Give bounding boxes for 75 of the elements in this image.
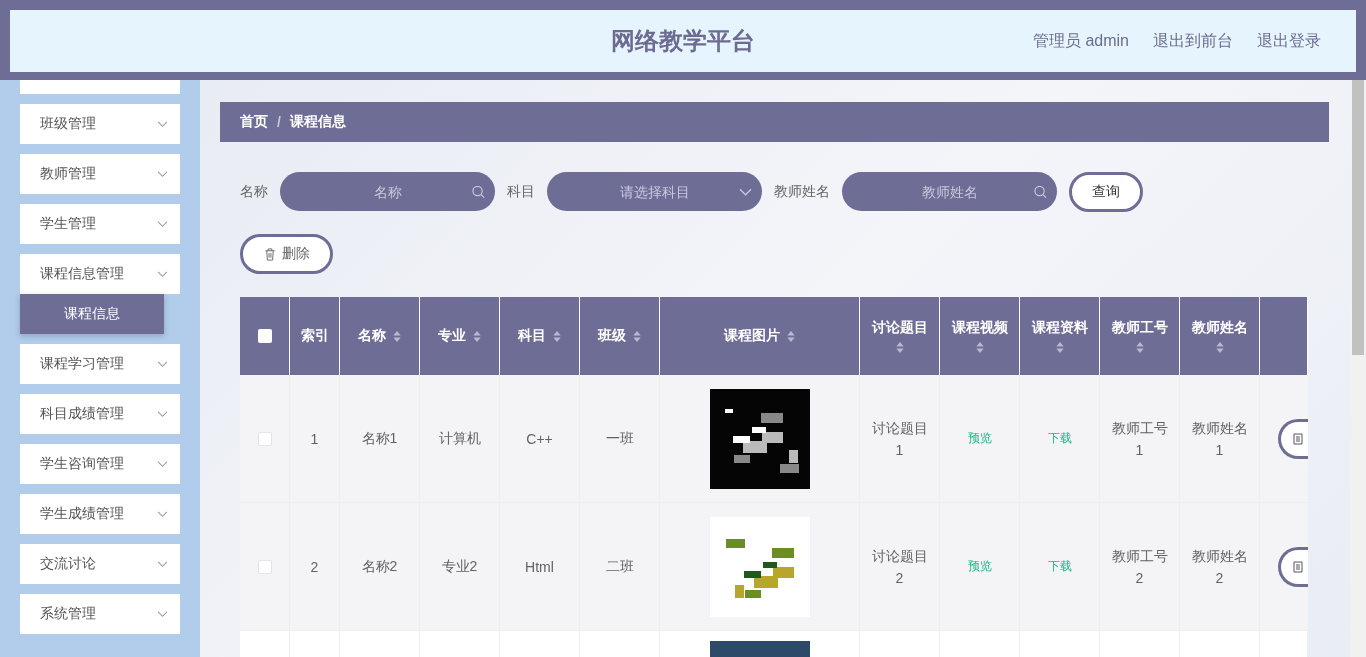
search-field[interactable]: 名称 (280, 172, 495, 211)
chevron-down-icon (157, 610, 168, 618)
menu-item[interactable]: 学生成绩管理 (20, 494, 180, 534)
chevron-down-icon (157, 560, 168, 568)
sort-icon (1214, 340, 1225, 354)
menu-item[interactable]: 课程学习管理 (20, 344, 180, 384)
table-cell: 1 (310, 430, 319, 447)
submenu-item[interactable]: 课程信息 (20, 294, 164, 334)
scrollbar[interactable] (1350, 80, 1366, 657)
sort-icon (974, 340, 985, 354)
table-cell-text: 教师工号1 (1110, 418, 1169, 460)
chevron-down-icon (739, 187, 752, 196)
chevron-down-icon (157, 220, 168, 228)
sort-icon (1134, 340, 1145, 354)
table-cell: 二班 (605, 557, 634, 576)
search-field[interactable]: 教师姓名 (842, 172, 1057, 211)
sort-icon (1054, 340, 1065, 354)
table-cell: Html (525, 558, 554, 575)
header-link[interactable]: 管理员 admin (1032, 30, 1129, 52)
select-all-checkbox[interactable] (257, 329, 272, 343)
table-cell-text: 教师工号2 (1110, 546, 1169, 588)
chevron-down-icon (157, 460, 168, 468)
breadcrumb-separator: / (277, 114, 281, 130)
trash-icon (263, 247, 276, 261)
table-cell: 名称2 (361, 557, 398, 576)
table-cell: 计算机 (438, 429, 481, 448)
table-cell-text: 教师姓名1 (1190, 418, 1249, 460)
action-button[interactable] (1278, 418, 1308, 459)
menu-item[interactable]: 课程信息管理 (20, 254, 180, 294)
document-icon (1292, 432, 1303, 445)
table-cell-text: 讨论题目2 (870, 546, 929, 588)
table-cell: 专业2 (441, 557, 478, 576)
chevron-down-icon (157, 510, 168, 518)
document-icon (1292, 560, 1303, 573)
site-title: 网络教学平台 (611, 26, 755, 56)
sort-icon (551, 329, 562, 343)
menu-item[interactable]: 教师管理 (20, 154, 180, 194)
menu-item[interactable]: 系统管理 (20, 594, 180, 634)
search-icon (472, 185, 485, 198)
chevron-down-icon (157, 120, 168, 128)
sort-icon (785, 329, 796, 343)
table-cell-text: 讨论题目1 (870, 418, 929, 460)
sort-icon (894, 340, 905, 354)
action-button[interactable] (1278, 546, 1308, 587)
chevron-down-icon (157, 170, 168, 178)
chevron-down-icon (157, 410, 168, 418)
sort-icon (471, 329, 482, 343)
table-cell: C++ (526, 430, 553, 447)
table-cell: 2 (310, 558, 319, 575)
header-link[interactable]: 退出登录 (1257, 30, 1321, 52)
search-icon (1034, 185, 1047, 198)
chevron-down-icon (157, 270, 168, 278)
menu-item[interactable]: 科目成绩管理 (20, 394, 180, 434)
table-cell-text: 教师姓名2 (1190, 546, 1249, 588)
breadcrumb-link[interactable]: 首页 (240, 113, 268, 131)
header-link[interactable]: 退出到前台 (1153, 30, 1233, 52)
chevron-down-icon (157, 360, 168, 368)
field-label: 科目 (507, 182, 535, 201)
sort-icon (391, 329, 402, 343)
row-checkbox[interactable] (257, 559, 272, 574)
row-checkbox[interactable] (257, 431, 272, 446)
query-button[interactable]: 查询 (1069, 171, 1143, 212)
menu-item[interactable]: 班级管理 (20, 104, 180, 144)
table-cell: 一班 (605, 429, 634, 448)
menu-item[interactable]: 交流讨论 (20, 544, 180, 584)
table-cell: 名称1 (361, 429, 398, 448)
delete-button[interactable]: 删除 (240, 234, 333, 274)
menu-item[interactable]: 学生管理 (20, 204, 180, 244)
sort-icon (631, 329, 642, 343)
field-label: 教师姓名 (774, 182, 830, 201)
menu-item[interactable]: 学生咨询管理 (20, 444, 180, 484)
subject-select[interactable]: 请选择科目 (547, 172, 762, 211)
field-label: 名称 (240, 182, 268, 201)
menu-item[interactable] (20, 80, 180, 94)
breadcrumb-link[interactable]: 课程信息 (289, 113, 346, 131)
